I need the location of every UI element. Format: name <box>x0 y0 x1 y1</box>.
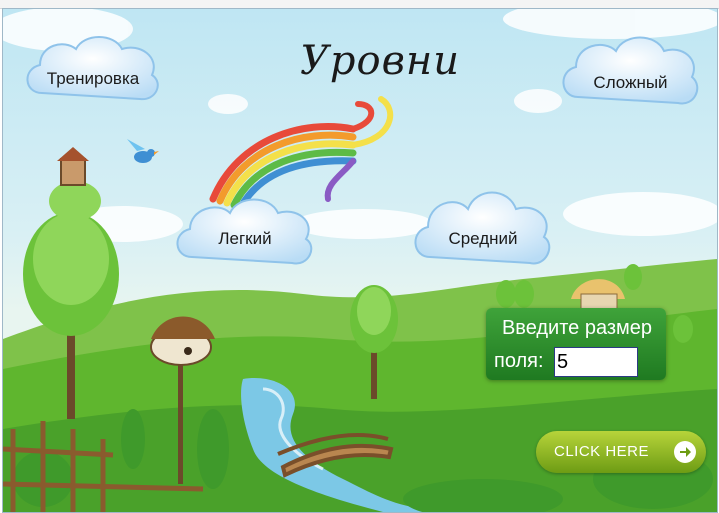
levels-title: Уровни <box>300 38 460 84</box>
medium-level-label: Средний <box>448 229 518 248</box>
field-size-prompt-line1: Введите размер <box>501 317 653 339</box>
cloud-icon <box>562 36 699 105</box>
easy-level-cloud-button[interactable]: Легкий <box>172 195 318 273</box>
field-size-prompt-line2: поля: <box>494 350 544 372</box>
easy-level-label: Легкий <box>218 229 272 248</box>
field-size-input[interactable] <box>554 347 638 377</box>
game-window: Уровни Тренировка Сложный Легкий Средний <box>0 0 719 513</box>
arrow-right-icon <box>674 441 696 463</box>
medium-level-cloud-button[interactable]: Средний <box>410 183 556 273</box>
hard-level-cloud-button[interactable]: Сложный <box>558 31 703 113</box>
training-level-label: Тренировка <box>46 69 140 88</box>
start-click-here-button[interactable]: CLICK HERE <box>536 431 706 473</box>
hard-level-label: Сложный <box>593 73 668 92</box>
start-button-label: CLICK HERE <box>554 443 650 460</box>
training-level-cloud-button[interactable]: Тренировка <box>22 31 164 111</box>
cloud-icon <box>414 191 551 265</box>
